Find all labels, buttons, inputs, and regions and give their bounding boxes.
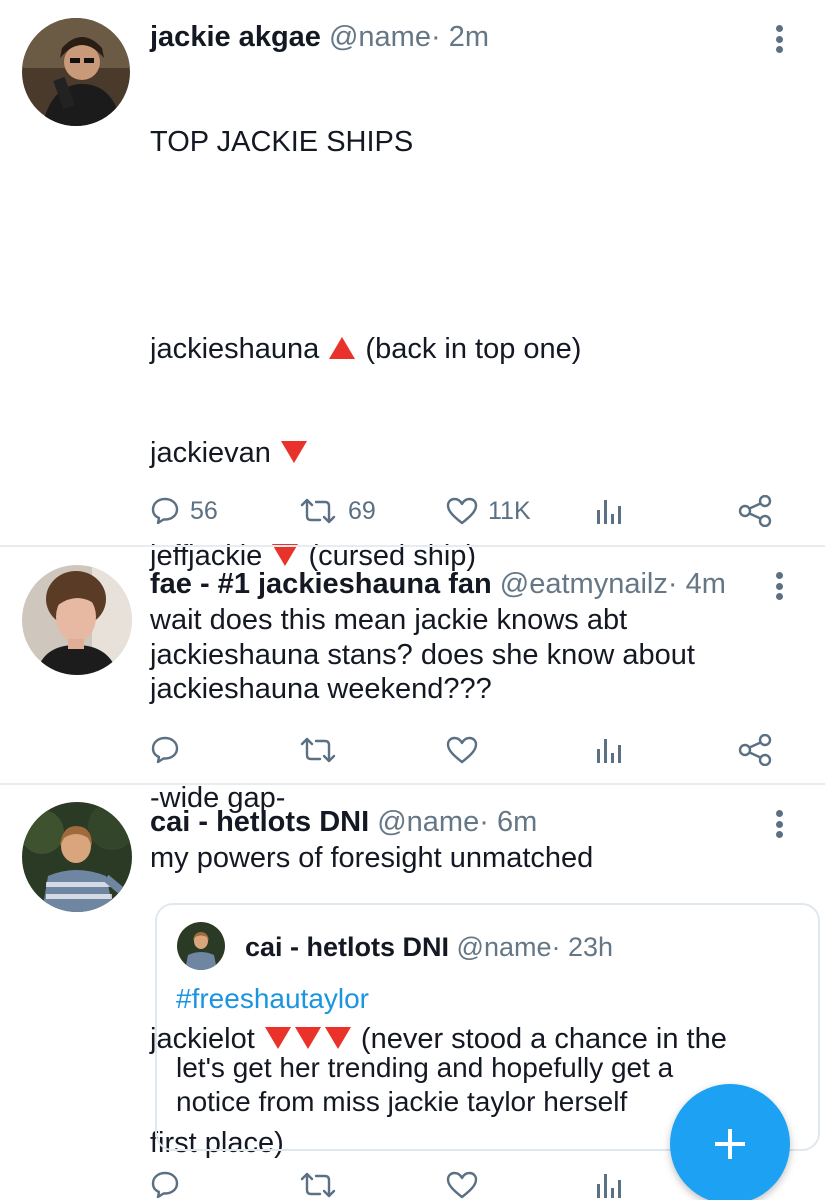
retweet-icon (300, 737, 336, 763)
timestamp[interactable]: 2m (449, 21, 489, 53)
compose-button[interactable] (670, 1084, 790, 1200)
avatar-image (22, 802, 132, 912)
reply-button[interactable] (150, 1165, 180, 1200)
analytics-icon (597, 739, 621, 763)
plus-icon (715, 1129, 745, 1159)
tweet-actions (150, 730, 780, 770)
retweet-button[interactable] (298, 730, 338, 770)
heart-icon (446, 1171, 478, 1199)
red-triangle-down-icon (280, 440, 307, 463)
text-line: TOP JACKIE SHIPS (150, 126, 414, 158)
timestamp[interactable]: 6m (497, 806, 537, 838)
retweet-icon (300, 498, 336, 524)
reply-count: 56 (190, 496, 218, 525)
retweet-button[interactable]: 69 (298, 491, 376, 531)
retweet-count: 69 (348, 496, 376, 525)
like-button[interactable]: 11K (446, 491, 531, 531)
more-vertical-icon[interactable] (769, 807, 789, 841)
timestamp[interactable]: 23h (568, 932, 613, 962)
tweet-header: jackie akgae @name· 2m (150, 20, 489, 54)
avatar-image (22, 565, 132, 675)
tweet-1[interactable]: jackie akgae @name· 2m TOP JACKIE SHIPS … (0, 0, 825, 1159)
reply-icon (151, 736, 179, 764)
quoted-header: cai - hetlots DNI @name· 23h (245, 931, 613, 963)
handle[interactable]: @name (377, 806, 479, 838)
retweet-button[interactable] (298, 1165, 338, 1200)
heart-icon (446, 736, 478, 764)
analytics-button[interactable] (595, 491, 623, 531)
red-triangle-up-icon (329, 337, 356, 360)
heart-icon (446, 497, 478, 525)
text-line: jackievan (150, 436, 790, 471)
share-icon (738, 495, 772, 527)
reply-button[interactable]: 56 (150, 491, 218, 531)
separator-dot: · (551, 932, 561, 962)
tweet-text: my powers of foresight unmatched (150, 842, 594, 874)
analytics-button[interactable] (595, 730, 623, 770)
share-icon (738, 734, 772, 766)
tweet-2[interactable]: fae - #1 jackieshauna fan @eatmynailz· 4… (0, 547, 825, 784)
text-line: jackieshauna (back in top one) (150, 333, 582, 365)
separator-dot: · (667, 568, 678, 600)
display-name[interactable]: fae - #1 jackieshauna fan (150, 568, 492, 600)
display-name[interactable]: jackie akgae (150, 21, 321, 53)
avatar-image (177, 922, 225, 970)
reply-icon (151, 1171, 179, 1199)
more-vertical-icon[interactable] (769, 22, 789, 56)
tweet-header: fae - #1 jackieshauna fan @eatmynailz· 4… (150, 567, 726, 601)
like-button[interactable] (446, 730, 478, 770)
separator-dot: · (430, 21, 441, 53)
retweet-icon (300, 1172, 336, 1198)
display-name[interactable]: cai - hetlots DNI (150, 806, 369, 838)
handle[interactable]: @name (457, 932, 552, 962)
reply-button[interactable] (150, 730, 180, 770)
tweet-header: cai - hetlots DNI @name· 6m (150, 805, 537, 839)
timestamp[interactable]: 4m (686, 568, 726, 600)
avatar-image (22, 18, 130, 126)
separator-dot: · (479, 806, 489, 838)
more-vertical-icon[interactable] (769, 569, 789, 603)
reply-icon (151, 497, 179, 525)
share-button[interactable] (738, 491, 772, 531)
handle[interactable]: @name (329, 21, 431, 53)
avatar[interactable] (22, 802, 132, 912)
avatar[interactable] (22, 565, 132, 675)
tweet-actions: 56 69 11K (150, 491, 780, 531)
display-name[interactable]: cai - hetlots DNI (245, 932, 449, 962)
avatar[interactable] (22, 18, 130, 126)
like-button[interactable] (446, 1165, 478, 1200)
analytics-icon (597, 500, 621, 524)
share-button[interactable] (738, 730, 772, 770)
like-count: 11K (488, 496, 531, 525)
handle[interactable]: @eatmynailz (500, 568, 668, 600)
hashtag-link[interactable]: #freeshautaylor (176, 983, 369, 1015)
analytics-icon (597, 1174, 621, 1198)
tweet-text: wait does this mean jackie knows abt jac… (150, 604, 695, 705)
quoted-avatar[interactable] (177, 922, 225, 970)
analytics-button[interactable] (595, 1165, 623, 1200)
